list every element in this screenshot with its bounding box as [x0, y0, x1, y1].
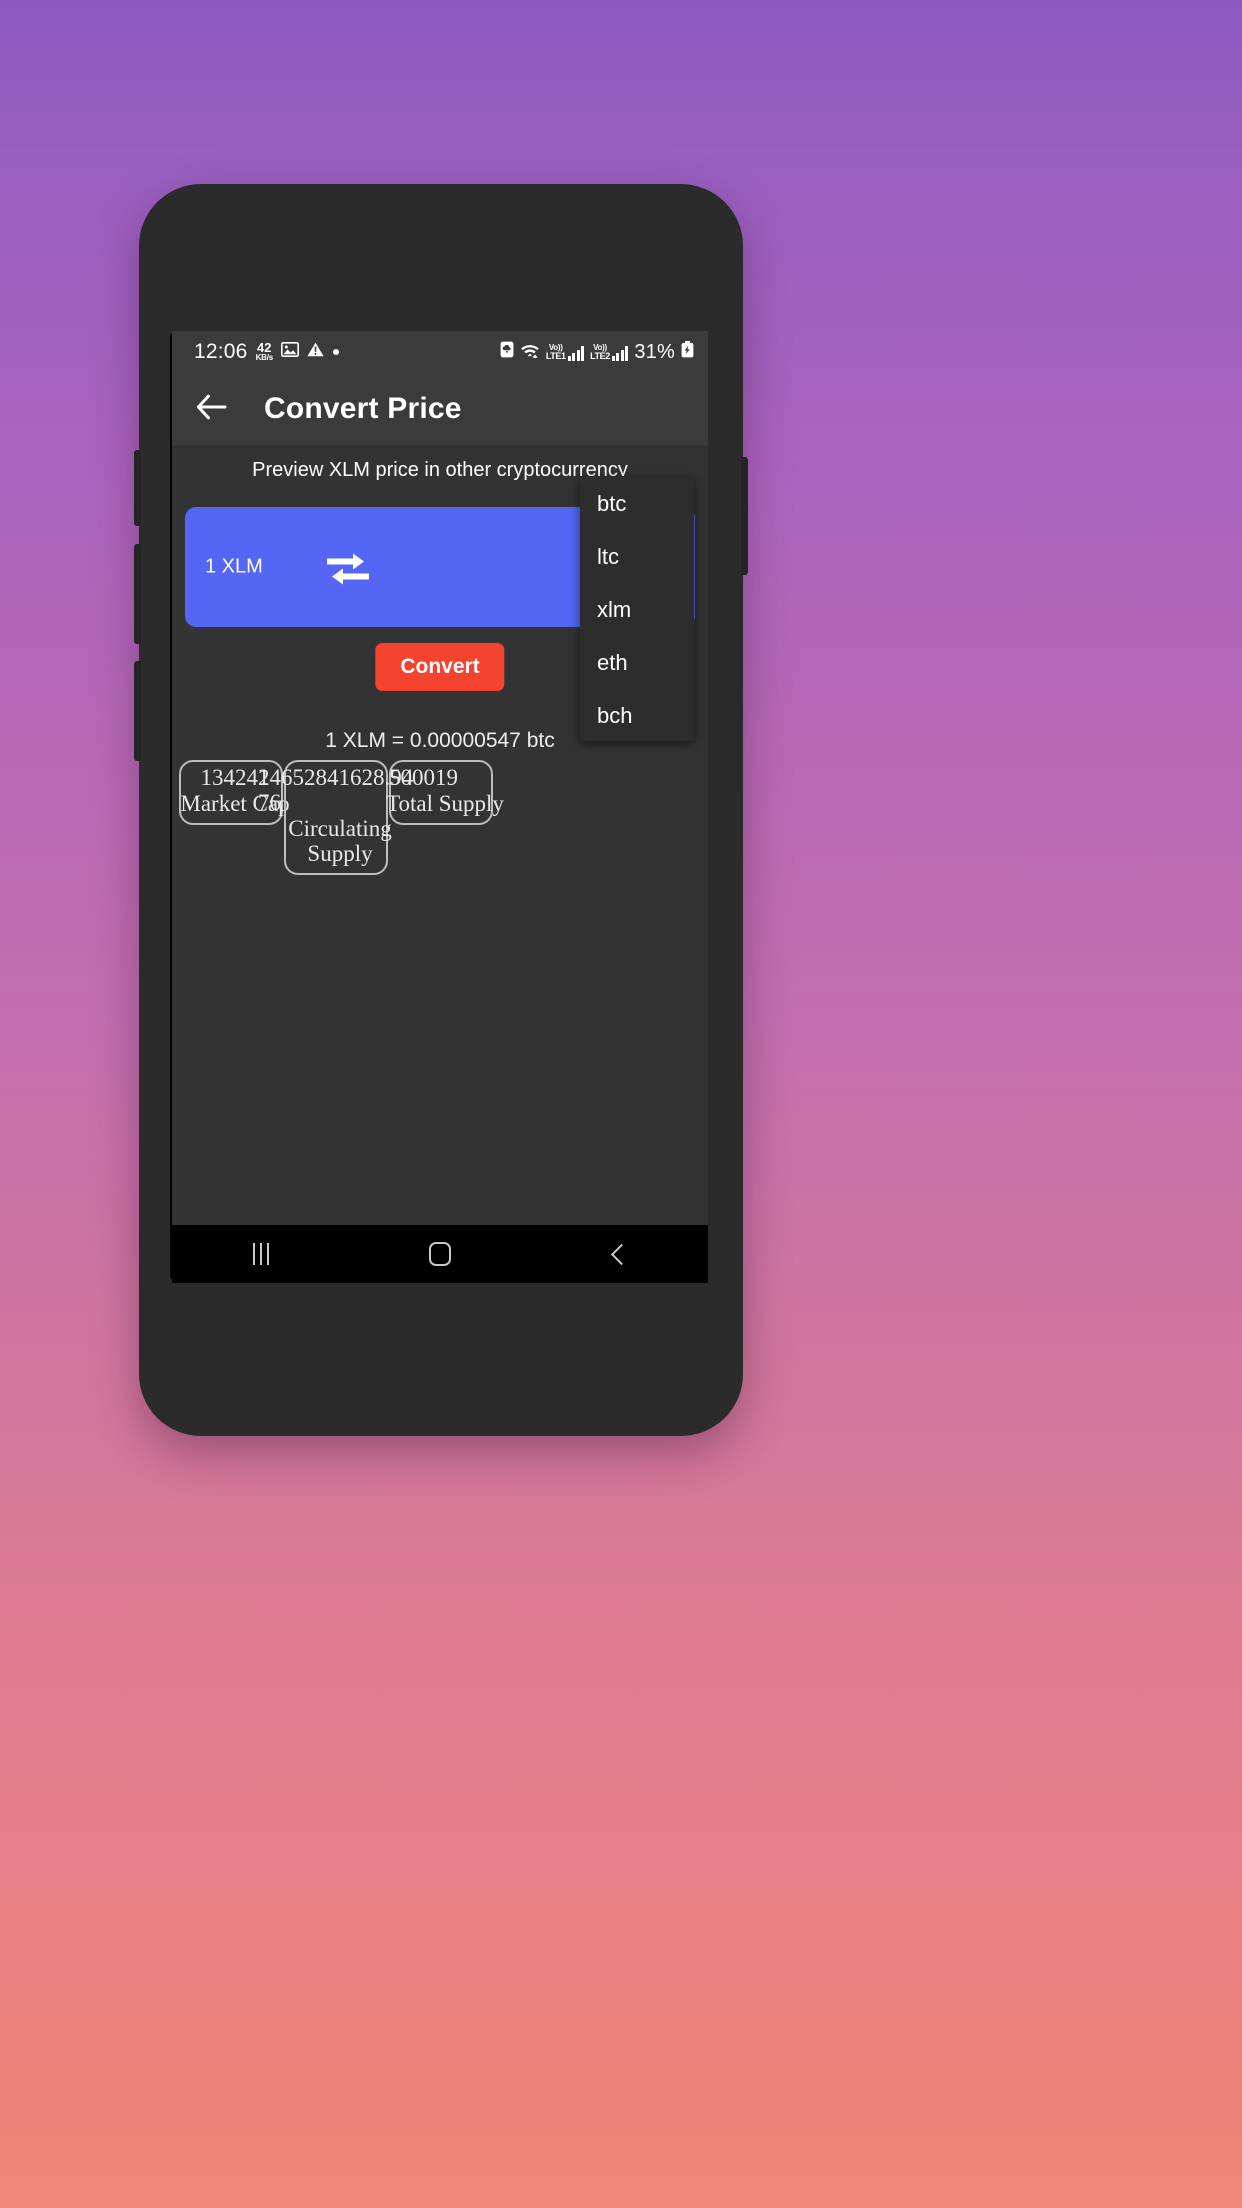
cloud-backup-icon	[500, 341, 514, 363]
signal-lte2-icon: Vo)) LTE2	[590, 342, 629, 361]
network-speed-unit: KB/s	[255, 352, 274, 362]
volume-down-button[interactable]	[134, 544, 141, 644]
warning-icon	[307, 342, 324, 362]
convert-button[interactable]: Convert	[375, 643, 505, 691]
signal-bars-1	[567, 345, 585, 361]
battery-percent-label: 31%	[634, 340, 675, 363]
dot-icon	[332, 343, 340, 361]
power-button[interactable]	[741, 457, 748, 575]
dropdown-option-ltc[interactable]: ltc	[580, 541, 694, 573]
photo-icon	[281, 342, 299, 362]
signal-lte1-icon: Vo)) LTE1	[545, 342, 585, 361]
dropdown-option-bch[interactable]: bch	[580, 700, 694, 732]
main-content: Preview XLM price in other cryptocurrenc…	[172, 445, 708, 1283]
stat-label: Total Supply	[386, 790, 504, 816]
dropdown-option-eth[interactable]: eth	[580, 647, 694, 679]
network-speed-indicator: 42 KB/s	[255, 341, 274, 362]
home-icon[interactable]	[351, 1225, 530, 1283]
wifi-icon	[520, 342, 540, 363]
system-nav-bar	[172, 1225, 708, 1283]
dropdown-option-xlm[interactable]: xlm	[580, 594, 694, 626]
arrow-left-icon[interactable]	[196, 394, 228, 425]
status-bar: 12:06 42 KB/s Vo)) LTE1 Vo)) LTE2 31%	[172, 331, 708, 373]
back-icon[interactable]	[529, 1225, 708, 1283]
app-bar: Convert Price	[172, 373, 708, 445]
stat-total-supply: 500019 Total Supply	[386, 760, 504, 825]
swap-horizontal-icon[interactable]	[325, 549, 371, 585]
volte2-label: Vo)) LTE2	[590, 342, 610, 361]
currency-dropdown-menu[interactable]: btc ltc xlm eth bch	[580, 476, 694, 741]
volume-up-button[interactable]	[134, 661, 141, 761]
amount-input-value[interactable]: 1 XLM	[205, 556, 263, 579]
recents-icon[interactable]	[172, 1225, 351, 1283]
status-clock: 12:06	[194, 340, 248, 363]
signal-bars-2	[611, 345, 629, 361]
page-title: Convert Price	[264, 392, 462, 425]
battery-charging-icon	[681, 341, 694, 363]
stat-circulating-supply: 24652841628.9476 Circulating Supply	[258, 760, 413, 876]
status-bar-left: 12:06 42 KB/s	[194, 340, 340, 364]
phone-screen: 12:06 42 KB/s Vo)) LTE1 Vo)) LTE2 31% Co…	[172, 331, 708, 1283]
stats-row: 134241 Market Cap 24652841628.9476 Circu…	[172, 760, 708, 876]
status-bar-right: Vo)) LTE1 Vo)) LTE2 31%	[500, 341, 694, 364]
volte1-label: Vo)) LTE1	[545, 342, 566, 361]
dropdown-option-btc[interactable]: btc	[580, 488, 694, 520]
stat-value: 500019	[389, 765, 458, 790]
bixby-button[interactable]	[134, 450, 141, 526]
